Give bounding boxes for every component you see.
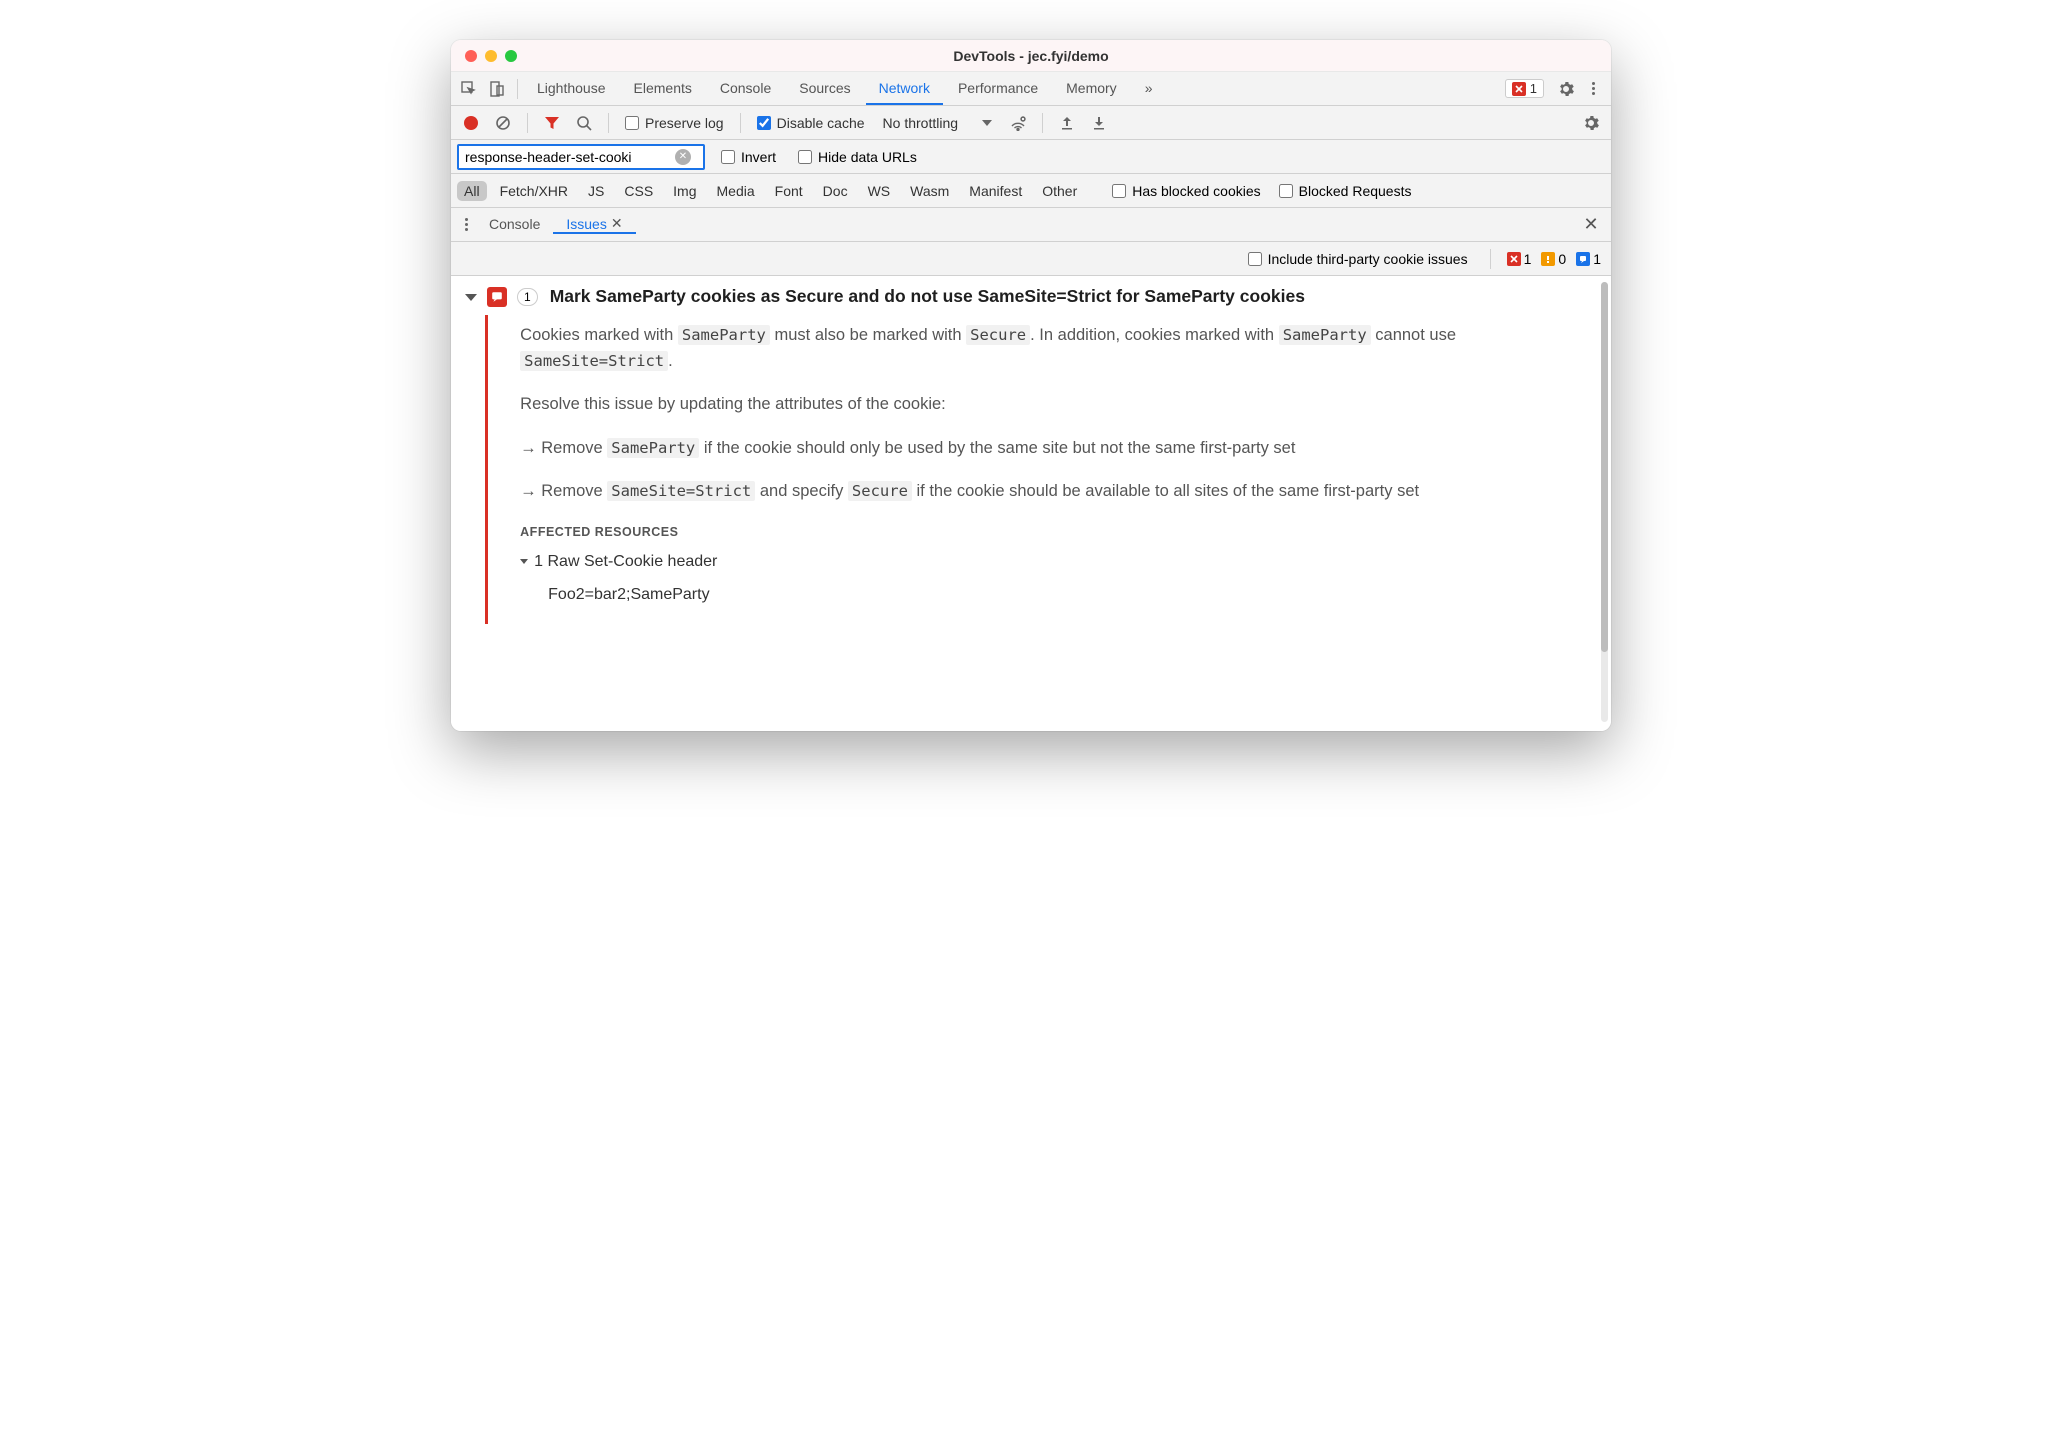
hide-data-urls-label: Hide data URLs (818, 149, 917, 165)
search-icon[interactable] (570, 109, 598, 137)
error-count: 1 (1530, 81, 1537, 96)
type-other[interactable]: Other (1035, 181, 1084, 201)
drawer-tab-console[interactable]: Console (476, 216, 553, 234)
network-settings-icon[interactable] (1577, 109, 1605, 137)
panel-tabs: Lighthouse Elements Console Sources Netw… (524, 72, 1505, 105)
preserve-log-checkbox[interactable]: Preserve log (619, 115, 730, 131)
main-toolbar: Lighthouse Elements Console Sources Netw… (451, 72, 1611, 106)
type-js[interactable]: JS (581, 181, 611, 201)
tab-network[interactable]: Network (866, 72, 943, 105)
issue-title: Mark SameParty cookies as Secure and do … (550, 286, 1305, 307)
info-icon (1576, 252, 1590, 266)
preserve-log-label: Preserve log (645, 115, 724, 131)
clear-button[interactable] (489, 109, 517, 137)
drawer-tab-issues[interactable]: Issues ✕ (553, 215, 635, 234)
type-manifest[interactable]: Manifest (962, 181, 1029, 201)
tab-performance[interactable]: Performance (945, 72, 1051, 105)
tab-console[interactable]: Console (707, 72, 784, 105)
disable-cache-checkbox[interactable]: Disable cache (751, 115, 871, 131)
include-third-party-label: Include third-party cookie issues (1268, 251, 1468, 267)
throttling-value: No throttling (883, 115, 958, 131)
issue-resolve-text: Resolve this issue by updating the attri… (520, 392, 1589, 418)
network-conditions-icon[interactable] (1004, 109, 1032, 137)
issues-warning-count: 0 (1541, 251, 1566, 267)
affected-resource-summary[interactable]: 1 Raw Set-Cookie header (520, 550, 1589, 575)
type-wasm[interactable]: Wasm (903, 181, 956, 201)
close-icon[interactable]: ✕ (611, 215, 623, 232)
resource-types-row: All Fetch/XHR JS CSS Img Media Font Doc … (451, 174, 1611, 208)
window-title: DevTools - jec.fyi/demo (451, 48, 1611, 64)
drawer-tab-issues-label: Issues (566, 216, 606, 232)
error-icon (1507, 252, 1521, 266)
has-blocked-cookies-label: Has blocked cookies (1132, 183, 1260, 199)
warning-icon (1541, 252, 1555, 266)
titlebar: DevTools - jec.fyi/demo (451, 40, 1611, 72)
tab-sources[interactable]: Sources (786, 72, 863, 105)
issue-suggestion-1: Remove SameParty if the cookie should on… (520, 436, 1589, 462)
hide-data-urls-checkbox[interactable]: Hide data URLs (792, 149, 923, 165)
inspect-element-icon[interactable] (455, 75, 483, 103)
network-toolbar: Preserve log Disable cache No throttling (451, 106, 1611, 140)
download-har-icon[interactable] (1085, 109, 1113, 137)
issues-toolbar: Include third-party cookie issues 1 0 1 (451, 242, 1611, 276)
affected-resource-value: Foo2=bar2;SameParty (548, 583, 1589, 608)
disable-cache-label: Disable cache (777, 115, 865, 131)
invert-label: Invert (741, 149, 776, 165)
issue-severity-error-icon (487, 287, 507, 307)
affected-resources-label: AFFECTED RESOURCES (520, 523, 1589, 542)
type-fetch-xhr[interactable]: Fetch/XHR (493, 181, 575, 201)
type-doc[interactable]: Doc (816, 181, 855, 201)
chevron-down-icon (982, 120, 992, 126)
error-badge[interactable]: 1 (1505, 79, 1544, 98)
type-font[interactable]: Font (768, 181, 810, 201)
tab-elements[interactable]: Elements (621, 72, 705, 105)
issues-info-count: 1 (1576, 251, 1601, 267)
devtools-window: DevTools - jec.fyi/demo Lighthouse Eleme… (451, 40, 1611, 731)
type-all[interactable]: All (457, 181, 487, 201)
issue-suggestion-2: Remove SameSite=Strict and specify Secur… (520, 479, 1589, 505)
blocked-requests-checkbox[interactable]: Blocked Requests (1273, 183, 1418, 199)
more-menu-icon[interactable] (1584, 82, 1603, 95)
drawer-tabs: Console Issues ✕ ✕ (451, 208, 1611, 242)
has-blocked-cookies-checkbox[interactable]: Has blocked cookies (1106, 183, 1266, 199)
type-img[interactable]: Img (666, 181, 703, 201)
drawer-close-icon[interactable]: ✕ (1577, 211, 1605, 239)
disclosure-triangle-icon[interactable] (465, 294, 477, 301)
tab-lighthouse[interactable]: Lighthouse (524, 72, 619, 105)
disclosure-triangle-icon (520, 559, 528, 564)
invert-checkbox[interactable]: Invert (715, 149, 782, 165)
filter-icon[interactable] (538, 109, 566, 137)
tab-memory[interactable]: Memory (1053, 72, 1130, 105)
type-media[interactable]: Media (710, 181, 762, 201)
issue-header-row[interactable]: 1 Mark SameParty cookies as Secure and d… (451, 276, 1611, 315)
issues-error-count: 1 (1507, 251, 1532, 267)
clear-filter-button[interactable]: ✕ (675, 149, 691, 165)
upload-har-icon[interactable] (1053, 109, 1081, 137)
type-ws[interactable]: WS (861, 181, 898, 201)
filter-row: ✕ Invert Hide data URLs (451, 140, 1611, 174)
issue-count-pill: 1 (517, 288, 538, 306)
scrollbar-thumb[interactable] (1601, 282, 1608, 652)
throttling-select[interactable]: No throttling (875, 115, 1000, 131)
filter-input[interactable] (465, 149, 675, 165)
blocked-requests-label: Blocked Requests (1299, 183, 1412, 199)
issue-description: Cookies marked with SameParty must also … (488, 315, 1611, 624)
type-css[interactable]: CSS (617, 181, 660, 201)
record-button[interactable] (457, 109, 485, 137)
include-third-party-checkbox[interactable]: Include third-party cookie issues (1242, 251, 1474, 267)
drawer-more-icon[interactable] (457, 218, 476, 231)
issues-panel: 1 Mark SameParty cookies as Secure and d… (451, 276, 1611, 731)
filter-input-wrapper: ✕ (457, 144, 705, 170)
tabs-overflow-button[interactable]: » (1132, 72, 1166, 105)
settings-icon[interactable] (1552, 75, 1580, 103)
error-icon (1512, 82, 1526, 96)
device-toolbar-icon[interactable] (483, 75, 511, 103)
